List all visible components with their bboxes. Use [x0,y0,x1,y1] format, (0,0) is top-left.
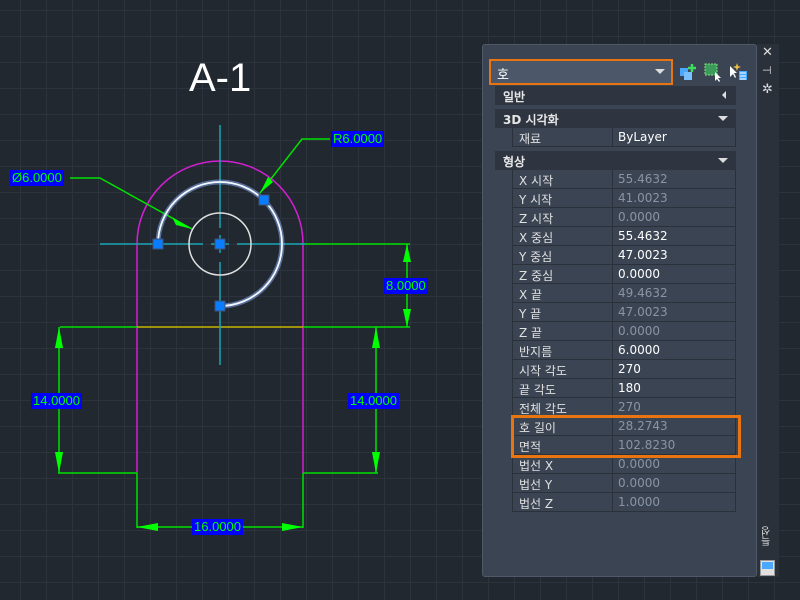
property-row[interactable]: 법선 Y 0.0000 [512,474,736,493]
property-label: 재료 [513,128,613,146]
property-value[interactable]: 55.4632 [614,227,735,245]
property-value[interactable]: 270 [614,360,735,378]
property-label: Y 끝 [513,303,613,321]
center-lines [100,125,305,365]
property-value: 41.0023 [618,191,668,205]
property-label: Z 중심 [513,265,613,283]
drawing-title: A-1 [189,56,252,100]
property-label: 법선 Z [513,493,613,511]
property-value[interactable]: 47.0023 [614,246,735,264]
property-label: X 시작 [513,170,613,188]
property-label: 시작 각도 [513,360,613,378]
property-row[interactable]: Y 끝 47.0023 [512,303,736,322]
radius-dimension[interactable]: R6.0000 [331,131,385,147]
property-row[interactable]: 법선 Z 1.0000 [512,493,736,512]
section-label: 형상 [503,155,526,169]
property-label: Z 시작 [513,208,613,226]
width-dimension[interactable]: 16.0000 [192,519,243,535]
section-header[interactable]: 3D 시각화 [495,109,736,128]
chevron-down-icon [718,158,728,163]
property-row[interactable]: 끝 각도 180 [512,379,736,398]
property-label: Z 끝 [513,322,613,340]
section-header[interactable]: 일반 [495,86,736,105]
property-row[interactable]: X 끝 49.4632 [512,284,736,303]
property-value: 0.0000 [618,324,660,338]
properties-icon[interactable] [760,560,775,576]
toggle-pickadd-icon[interactable] [728,62,748,82]
select-objects-icon[interactable] [703,62,723,82]
diameter-dimension[interactable]: Ø6.0000 [10,170,64,186]
dimension-lines [58,138,410,528]
property-label: 끝 각도 [513,379,613,397]
property-label: 전체 각도 [513,398,613,416]
property-value: 1.0000 [618,495,660,509]
quick-select-icon[interactable] [678,62,698,82]
auto-hide-icon[interactable]: ⊣ [762,64,772,77]
property-row[interactable]: 재료 ByLayer [512,128,736,147]
property-row[interactable]: Z 중심 0.0000 [512,265,736,284]
chevron-down-icon [718,116,728,121]
close-icon[interactable]: ✕ [762,45,773,60]
chevron-left-icon [722,91,726,99]
property-row[interactable]: Z 시작 0.0000 [512,208,736,227]
property-row[interactable]: Y 시작 41.0023 [512,189,736,208]
settings-icon[interactable]: ✲ [762,82,773,97]
property-row[interactable]: X 시작 55.4632 [512,170,736,189]
palette-side-label: 특성 [762,526,773,546]
property-value[interactable]: ByLayer [614,128,735,146]
property-value[interactable]: 0.0000 [614,265,735,283]
property-value: 270 [618,400,641,414]
height-8-dimension[interactable]: 8.0000 [384,278,428,294]
object-type-value: 호 [497,68,509,83]
property-label: X 중심 [513,227,613,245]
object-type-dropdown[interactable]: 호 [489,59,673,85]
grips[interactable] [152,194,270,312]
property-label: X 끝 [513,284,613,302]
property-value: 0.0000 [618,476,660,490]
right-height-dimension[interactable]: 14.0000 [348,393,399,409]
chevron-down-icon [655,69,665,74]
section-label: 일반 [503,90,526,104]
property-value: 47.0023 [618,305,668,319]
section-label: 3D 시각화 [503,113,559,127]
property-label: Y 시작 [513,189,613,207]
property-label: 반지름 [513,341,613,359]
property-value: 49.4632 [618,286,668,300]
palette-titlebar: ✕ ⊣ ✲ 특성 [757,44,779,577]
property-value: 55.4632 [618,172,668,186]
section-header[interactable]: 형상 [495,151,736,170]
property-row[interactable]: 반지름 6.0000 [512,341,736,360]
property-row[interactable]: Z 끝 0.0000 [512,322,736,341]
property-row[interactable]: X 중심 55.4632 [512,227,736,246]
left-height-dimension[interactable]: 14.0000 [31,393,82,409]
highlight-box [511,415,741,458]
property-label: 법선 Y [513,474,613,492]
property-row[interactable]: Y 중심 47.0023 [512,246,736,265]
property-value: 0.0000 [618,210,660,224]
property-value[interactable]: 6.0000 [614,341,735,359]
properties-palette: 호 일반 3D 시각화 재료 ByLayer 형상 X 시작 55.4632 Y 시작 41.0… [482,44,757,577]
property-value[interactable]: 180 [614,379,735,397]
property-row[interactable]: 시작 각도 270 [512,360,736,379]
property-label: Y 중심 [513,246,613,264]
